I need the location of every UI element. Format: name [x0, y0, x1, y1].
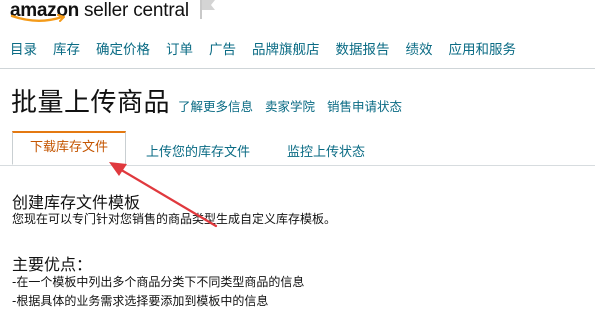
tabs-baseline	[0, 165, 595, 166]
nav-item-advertising[interactable]: 广告	[209, 38, 236, 58]
title-row: 批量上传商品 了解更多信息 卖家学院 销售申请状态	[11, 82, 402, 119]
nav-item-pricing[interactable]: 确定价格	[96, 38, 150, 58]
amazon-smile-icon	[10, 14, 65, 22]
page-title: 批量上传商品	[11, 88, 171, 118]
main-nav: 目录 库存 确定价格 订单 广告 品牌旗舰店 数据报告 绩效 应用和服务	[10, 38, 516, 58]
nav-item-reports[interactable]: 数据报告	[336, 38, 390, 58]
nav-divider	[0, 68, 595, 69]
advantage-item: -在一个模板中列出多个商品分类下不同类型商品的信息	[12, 275, 305, 289]
selling-application-status-link[interactable]: 销售申请状态	[327, 96, 402, 115]
nav-item-inventory[interactable]: 库存	[53, 38, 80, 58]
advantages-heading: 主要优点：	[12, 255, 93, 274]
seller-university-link[interactable]: 卖家学院	[265, 96, 315, 115]
tab-monitor-upload-status[interactable]: 监控上传状态	[287, 141, 365, 160]
tab-download-inventory-file[interactable]: 下载库存文件	[12, 131, 126, 165]
logo-seller-central-text: seller central	[83, 0, 189, 21]
learn-more-link[interactable]: 了解更多信息	[178, 96, 253, 115]
nav-item-catalog[interactable]: 目录	[10, 38, 37, 58]
flag-icon[interactable]	[198, 0, 218, 20]
nav-item-apps-services[interactable]: 应用和服务	[449, 38, 517, 58]
section-description: 您现在可以专门针对您销售的商品类型生成自定义库存模板。	[12, 212, 337, 226]
nav-item-orders[interactable]: 订单	[166, 38, 193, 58]
tab-upload-inventory-file[interactable]: 上传您的库存文件	[146, 141, 250, 160]
nav-item-stores[interactable]: 品牌旗舰店	[252, 38, 320, 58]
nav-item-performance[interactable]: 绩效	[406, 38, 433, 58]
advantage-item: -根据具体的业务需求选择要添加到模板中的信息	[12, 294, 269, 308]
